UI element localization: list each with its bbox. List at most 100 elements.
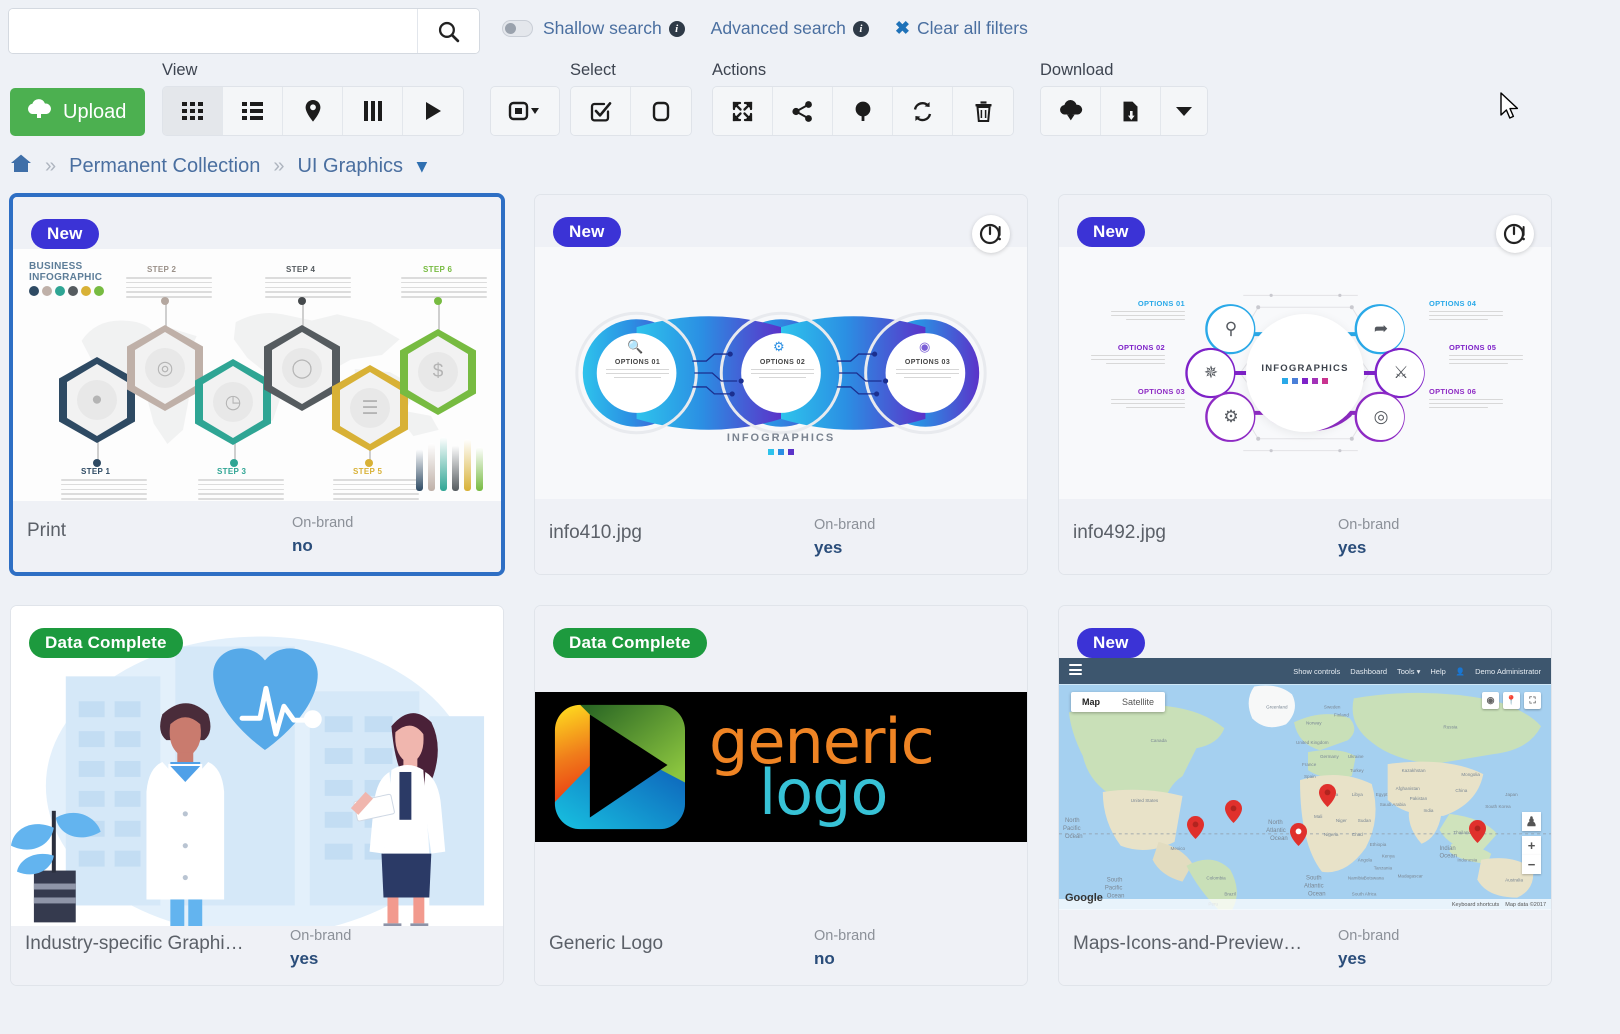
expand-button[interactable] <box>713 87 773 135</box>
thumbnail-image-hex-steps: BUSINESS INFOGRAPHIC STEP 2 STEP 4 STEP … <box>13 249 501 501</box>
view-map-button[interactable] <box>283 87 343 135</box>
svg-text:Atlantic: Atlantic <box>1304 884 1324 890</box>
map-marker[interactable] <box>1469 820 1486 848</box>
asset-grid: New BUSINESS INFOGRAPHIC STEP 2 STEP 4 S… <box>0 186 1620 986</box>
breadcrumb-item-ui-graphics[interactable]: UI Graphics <box>297 155 403 178</box>
tree-button[interactable] <box>833 87 893 135</box>
person-pegman-icon[interactable]: ♟ <box>1522 812 1541 831</box>
svg-text:Namibia: Namibia <box>1348 876 1365 881</box>
select-none-button[interactable] <box>631 87 691 135</box>
thumbnail-image-radial-options: ⚲ ➦ ✵ ⚔ ⚙ ◎ OPTIONS 01 OPTIONS 02 OPTION… <box>1059 247 1551 499</box>
option-label-3: OPTIONS 03 <box>1137 387 1185 396</box>
search-input[interactable] <box>9 9 417 53</box>
asset-card-generic-logo[interactable]: Data Complete generic logo Generic Logo … <box>534 605 1028 986</box>
svg-text:Pacific: Pacific <box>1063 826 1081 832</box>
card-title: info410.jpg <box>549 522 642 543</box>
asset-card-info410[interactable]: New OPTIONS 01 OPTIONS 02 OPTIONS 03 🔍 ⚙… <box>534 194 1028 575</box>
map-marker[interactable] <box>1319 784 1336 812</box>
svg-text:Madagascar: Madagascar <box>1398 874 1424 879</box>
svg-text:Angola: Angola <box>1358 858 1373 863</box>
pending-clock-alert-icon[interactable] <box>1496 215 1534 253</box>
card-footer: info410.jpg On-brand yes <box>535 515 1027 574</box>
asset-card-info492[interactable]: New ⚲ ➦ ✵ ⚔ ⚙ ◎ OPTIONS 01 OPTIONS 02 OP… <box>1058 194 1552 575</box>
card-title: Print <box>27 520 67 541</box>
shallow-search-label[interactable]: Shallow search <box>543 18 662 39</box>
share-button[interactable] <box>773 87 833 135</box>
refresh-button[interactable] <box>893 87 953 135</box>
svg-text:Sudan: Sudan <box>1358 818 1372 823</box>
map-type-toggle[interactable]: Map Satellite <box>1071 692 1166 712</box>
view-slideshow-button[interactable] <box>403 87 463 135</box>
map-marker[interactable] <box>1225 800 1242 828</box>
pending-clock-alert-icon[interactable] <box>972 215 1010 253</box>
option-block-1: OPTIONS 01 <box>606 359 669 379</box>
search-button[interactable] <box>417 9 479 53</box>
breadcrumb-item-permanent-collection[interactable]: Permanent Collection <box>69 155 260 178</box>
svg-text:Mongolia: Mongolia <box>1461 772 1480 777</box>
fullscreen-icon[interactable]: ⛶ <box>1524 692 1541 709</box>
svg-text:Germany: Germany <box>1320 754 1340 759</box>
select-all-button[interactable] <box>571 87 631 135</box>
download-group: Download <box>1040 61 1208 136</box>
thumb-logo-line2: INFOGRAPHIC <box>29 272 103 283</box>
zoom-out-button[interactable]: − <box>1522 855 1541 874</box>
asset-card-maps-icons[interactable]: New Show controls Dashboard Tools ▾ Help… <box>1058 605 1552 986</box>
asset-card-print[interactable]: New BUSINESS INFOGRAPHIC STEP 2 STEP 4 S… <box>10 194 504 575</box>
upload-button[interactable]: Upload <box>10 88 146 136</box>
home-icon[interactable] <box>10 153 32 179</box>
map-marker[interactable] <box>1290 823 1307 851</box>
card-title: info492.jpg <box>1073 522 1166 543</box>
keyboard-shortcuts-label[interactable]: Keyboard shortcuts <box>1452 902 1499 908</box>
card-footer: Print On-brand no <box>13 513 501 572</box>
map-button[interactable]: Map <box>1071 692 1111 712</box>
step-label-5: STEP 5 <box>353 467 383 476</box>
download-options-button[interactable] <box>1101 87 1161 135</box>
card-footer: Maps-Icons-and-Preview… On-brand yes <box>1059 926 1551 985</box>
display-options-button[interactable] <box>491 87 559 135</box>
thumbnail-image-world-map: Show controls Dashboard Tools ▾ Help 👤 D… <box>1059 658 1551 910</box>
card-footer: info492.jpg On-brand yes <box>1059 515 1551 574</box>
map-pin-icon[interactable]: 📍 <box>1503 692 1520 709</box>
download-menu-button[interactable] <box>1161 87 1207 135</box>
close-icon[interactable]: ✖ <box>895 18 910 39</box>
svg-text:Nigeria: Nigeria <box>1324 832 1339 837</box>
view-list-button[interactable] <box>223 87 283 135</box>
meta-label: On-brand <box>290 928 352 944</box>
advanced-search-info-icon[interactable]: i <box>852 20 869 37</box>
download-button[interactable] <box>1041 87 1101 135</box>
magnifier-icon: 🔍 <box>627 339 644 354</box>
zoom-in-button[interactable]: + <box>1522 836 1541 855</box>
map-marker[interactable] <box>1187 816 1204 844</box>
hub-caption: INFOGRAPHICS <box>1246 314 1364 432</box>
select-group: Select <box>570 61 692 136</box>
card-title: Maps-Icons-and-Preview… <box>1073 933 1303 954</box>
display-options-group <box>490 86 560 136</box>
svg-text:Finland: Finland <box>1334 712 1349 717</box>
thumbnail: Data Complete <box>11 606 503 928</box>
step-label-2: STEP 2 <box>147 265 177 274</box>
asset-card-industry-specific[interactable]: Data Complete Industry-specific Graphi… … <box>10 605 504 986</box>
shallow-search-toggle[interactable] <box>502 20 533 37</box>
compass-icon[interactable]: ◉ <box>1482 692 1499 709</box>
map-app-navbar: Show controls Dashboard Tools ▾ Help 👤 D… <box>1059 658 1551 684</box>
view-columns-button[interactable] <box>343 87 403 135</box>
satellite-button[interactable]: Satellite <box>1111 692 1165 712</box>
advanced-search-label[interactable]: Advanced search <box>711 18 846 39</box>
svg-text:Greenland: Greenland <box>1266 704 1288 709</box>
thumbnail: New <box>535 195 1027 517</box>
shallow-search-info-icon[interactable]: i <box>668 20 685 37</box>
meta-label: On-brand <box>814 517 876 533</box>
clear-all-filters-label[interactable]: Clear all filters <box>917 18 1028 39</box>
logo-wordmark: generic logo <box>709 710 935 823</box>
option-label-1: OPTIONS 01 <box>1137 299 1185 308</box>
svg-text:Ocean: Ocean <box>1439 854 1457 860</box>
svg-text:Indonesia: Indonesia <box>1457 858 1477 863</box>
chevron-down-icon[interactable]: ▾ <box>417 155 427 178</box>
hex-step-4: ◯ <box>264 325 340 411</box>
option-block-1: OPTIONS 01 <box>1111 299 1185 321</box>
upload-group: Upload <box>10 88 146 136</box>
view-grid-button[interactable] <box>163 87 223 135</box>
thumbnail: Data Complete <box>535 606 1027 928</box>
delete-button[interactable] <box>953 87 1013 135</box>
hamburger-icon <box>1069 664 1082 677</box>
